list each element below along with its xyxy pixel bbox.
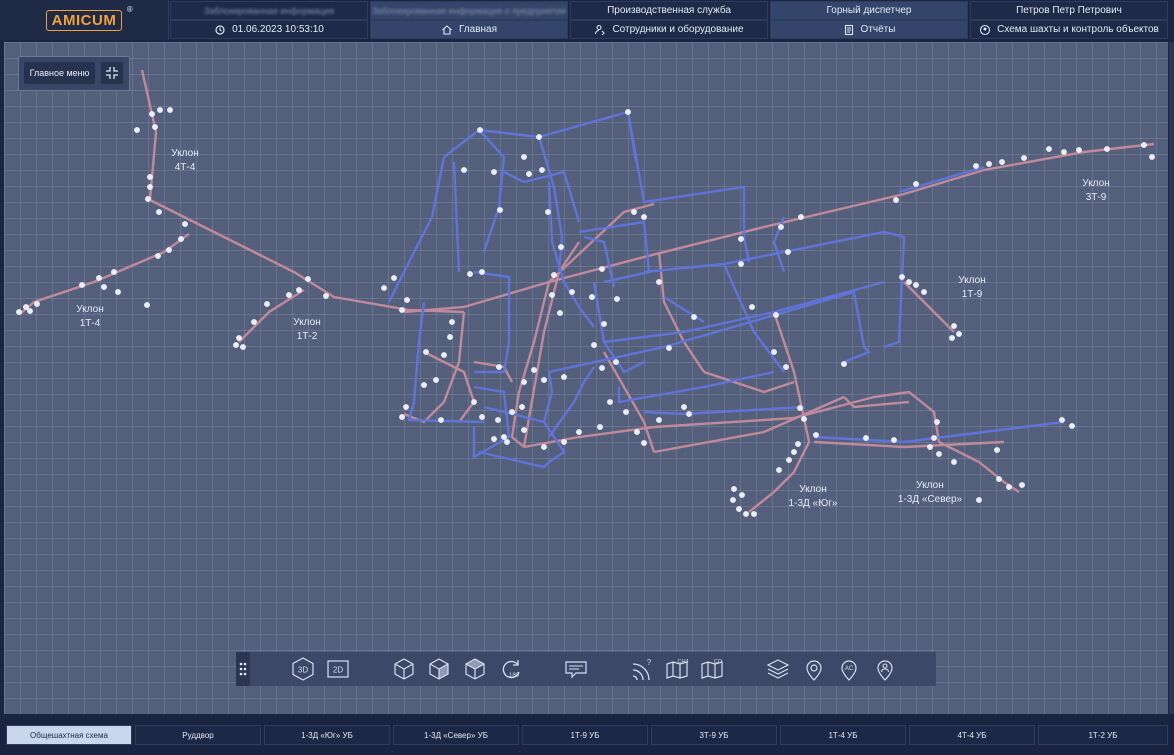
report-icon [844,24,853,35]
nav-mine-scheme[interactable]: Схема шахты и контроль объектов [970,20,1168,39]
logo-area: AMICUM ® [0,0,169,40]
2d-view-button[interactable]: 2D [325,656,351,682]
person-pin-button[interactable] [872,656,898,682]
map-label-3t9[interactable]: Уклон 3Т-9 [1082,177,1109,205]
map-label-4t4[interactable]: Уклон 4Т-4 [171,147,198,175]
svg-text:AC: AC [845,666,854,672]
ch4-map-button[interactable]: CH4 [664,656,690,682]
rotate-180-button[interactable]: 180 [498,656,524,682]
mine-scheme-map[interactable]: Уклон 4Т-4 Уклон 1Т-4 Уклон 1Т-2 Уклон 3Т-9 … [4,42,1168,714]
map-label-1zd-yug[interactable]: Уклон 1-3Д «Юг» [789,483,838,511]
datetime-display: 01.06.2023 10:53:10 [170,20,368,39]
tab-general-scheme[interactable]: Общешахтная схема [6,725,132,745]
tab-1t4[interactable]: 1Т-4 УБ [780,725,906,745]
collapse-button[interactable] [101,62,123,84]
map-label-1t9[interactable]: Уклон 1Т-9 [958,274,985,302]
cube-side-button[interactable] [426,656,452,682]
tab-1zd-yug[interactable]: 1-3Д «Юг» УБ [264,725,390,745]
mine-airways-drawing [16,69,1155,517]
cube-front-icon [394,658,414,680]
tab-1t2[interactable]: 1Т-2 УБ [1038,725,1168,745]
tab-4t4[interactable]: 4Т-4 УБ [909,725,1035,745]
co-map-button[interactable]: CO [699,656,725,682]
svg-text:CO: CO [714,659,723,665]
signal-query-button[interactable]: ? [628,656,654,682]
company-field: Заблокированная информация [170,1,368,20]
cube-top-button[interactable] [462,656,488,682]
ac-pin-button[interactable]: AC [836,656,862,682]
messages-button[interactable] [563,656,589,682]
ac-pin-icon: AC [841,660,857,681]
history-clock-icon [215,24,225,35]
svg-text:180: 180 [509,673,520,679]
svg-text:3D: 3D [298,666,308,675]
amicum-logo: AMICUM ® [45,5,133,31]
cube-top-icon [465,658,485,680]
map-label-1t4[interactable]: Уклон 1Т-4 [76,303,103,331]
ch4-map-icon: CH4 [666,659,689,679]
home-icon [442,24,452,35]
location-pin-button[interactable] [801,656,827,682]
location-pin-icon [806,660,822,681]
person-pin-icon [877,660,893,681]
tab-3t9[interactable]: 3Т-9 УБ [651,725,777,745]
nav-workers-equipment[interactable]: Сотрудники и оборудование [570,20,768,39]
tab-1t9[interactable]: 1Т-9 УБ [522,725,648,745]
user-name[interactable]: Петров Петр Петрович [970,1,1168,20]
main-menu-button[interactable]: Главное меню [24,62,95,84]
workers-equipment-icon [595,24,606,35]
layers-button[interactable] [765,656,791,682]
rotate-icon: 180 [502,660,520,679]
3d-view-button[interactable]: 3D [290,656,316,682]
2d-icon: 2D [327,660,349,678]
nav-reports[interactable]: Отчёты [770,20,968,39]
tab-1zd-sever[interactable]: 1-3Д «Север» УБ [393,725,519,745]
toolbar-drag-handle[interactable] [236,652,250,686]
svg-text:CH4: CH4 [677,659,688,665]
scheme-tabs-bar: Общешахтная схема Руддвор 1-3Д «Юг» УБ 1… [0,718,1174,755]
cube-front-button[interactable] [391,656,417,682]
cube-side-icon [429,658,449,680]
signal-query-icon: ? [632,658,652,681]
role-field[interactable]: Горный диспетчер [770,1,968,20]
map-toolbar: 3D 2D 180 ? CH4 CO AC [236,652,936,686]
main-menu-panel: Главное меню [18,56,130,91]
map-label-1zd-sever[interactable]: Уклон 1-3Д «Север» [898,479,962,507]
co-map-icon: CO [701,659,723,679]
message-icon [565,661,587,679]
nav-home[interactable]: Главная [370,20,568,39]
drag-grip-icon [239,662,247,676]
collapse-icon [106,67,118,79]
layers-icon [766,659,790,679]
top-header: AMICUM ® Заблокированная информация Забло… [0,0,1174,40]
svg-text:2D: 2D [333,666,343,675]
svg-text:?: ? [647,658,652,667]
map-label-1t2[interactable]: Уклон 1Т-2 [293,316,320,344]
right-scrollbar[interactable] [1169,42,1174,714]
3d-icon: 3D [292,657,314,681]
map-pin-icon [980,24,991,35]
department-field[interactable]: Производственная служба [570,1,768,20]
tab-ruddvor[interactable]: Руддвор [135,725,261,745]
mine-field[interactable]: Заблокированная информация о предприятии [370,1,568,20]
